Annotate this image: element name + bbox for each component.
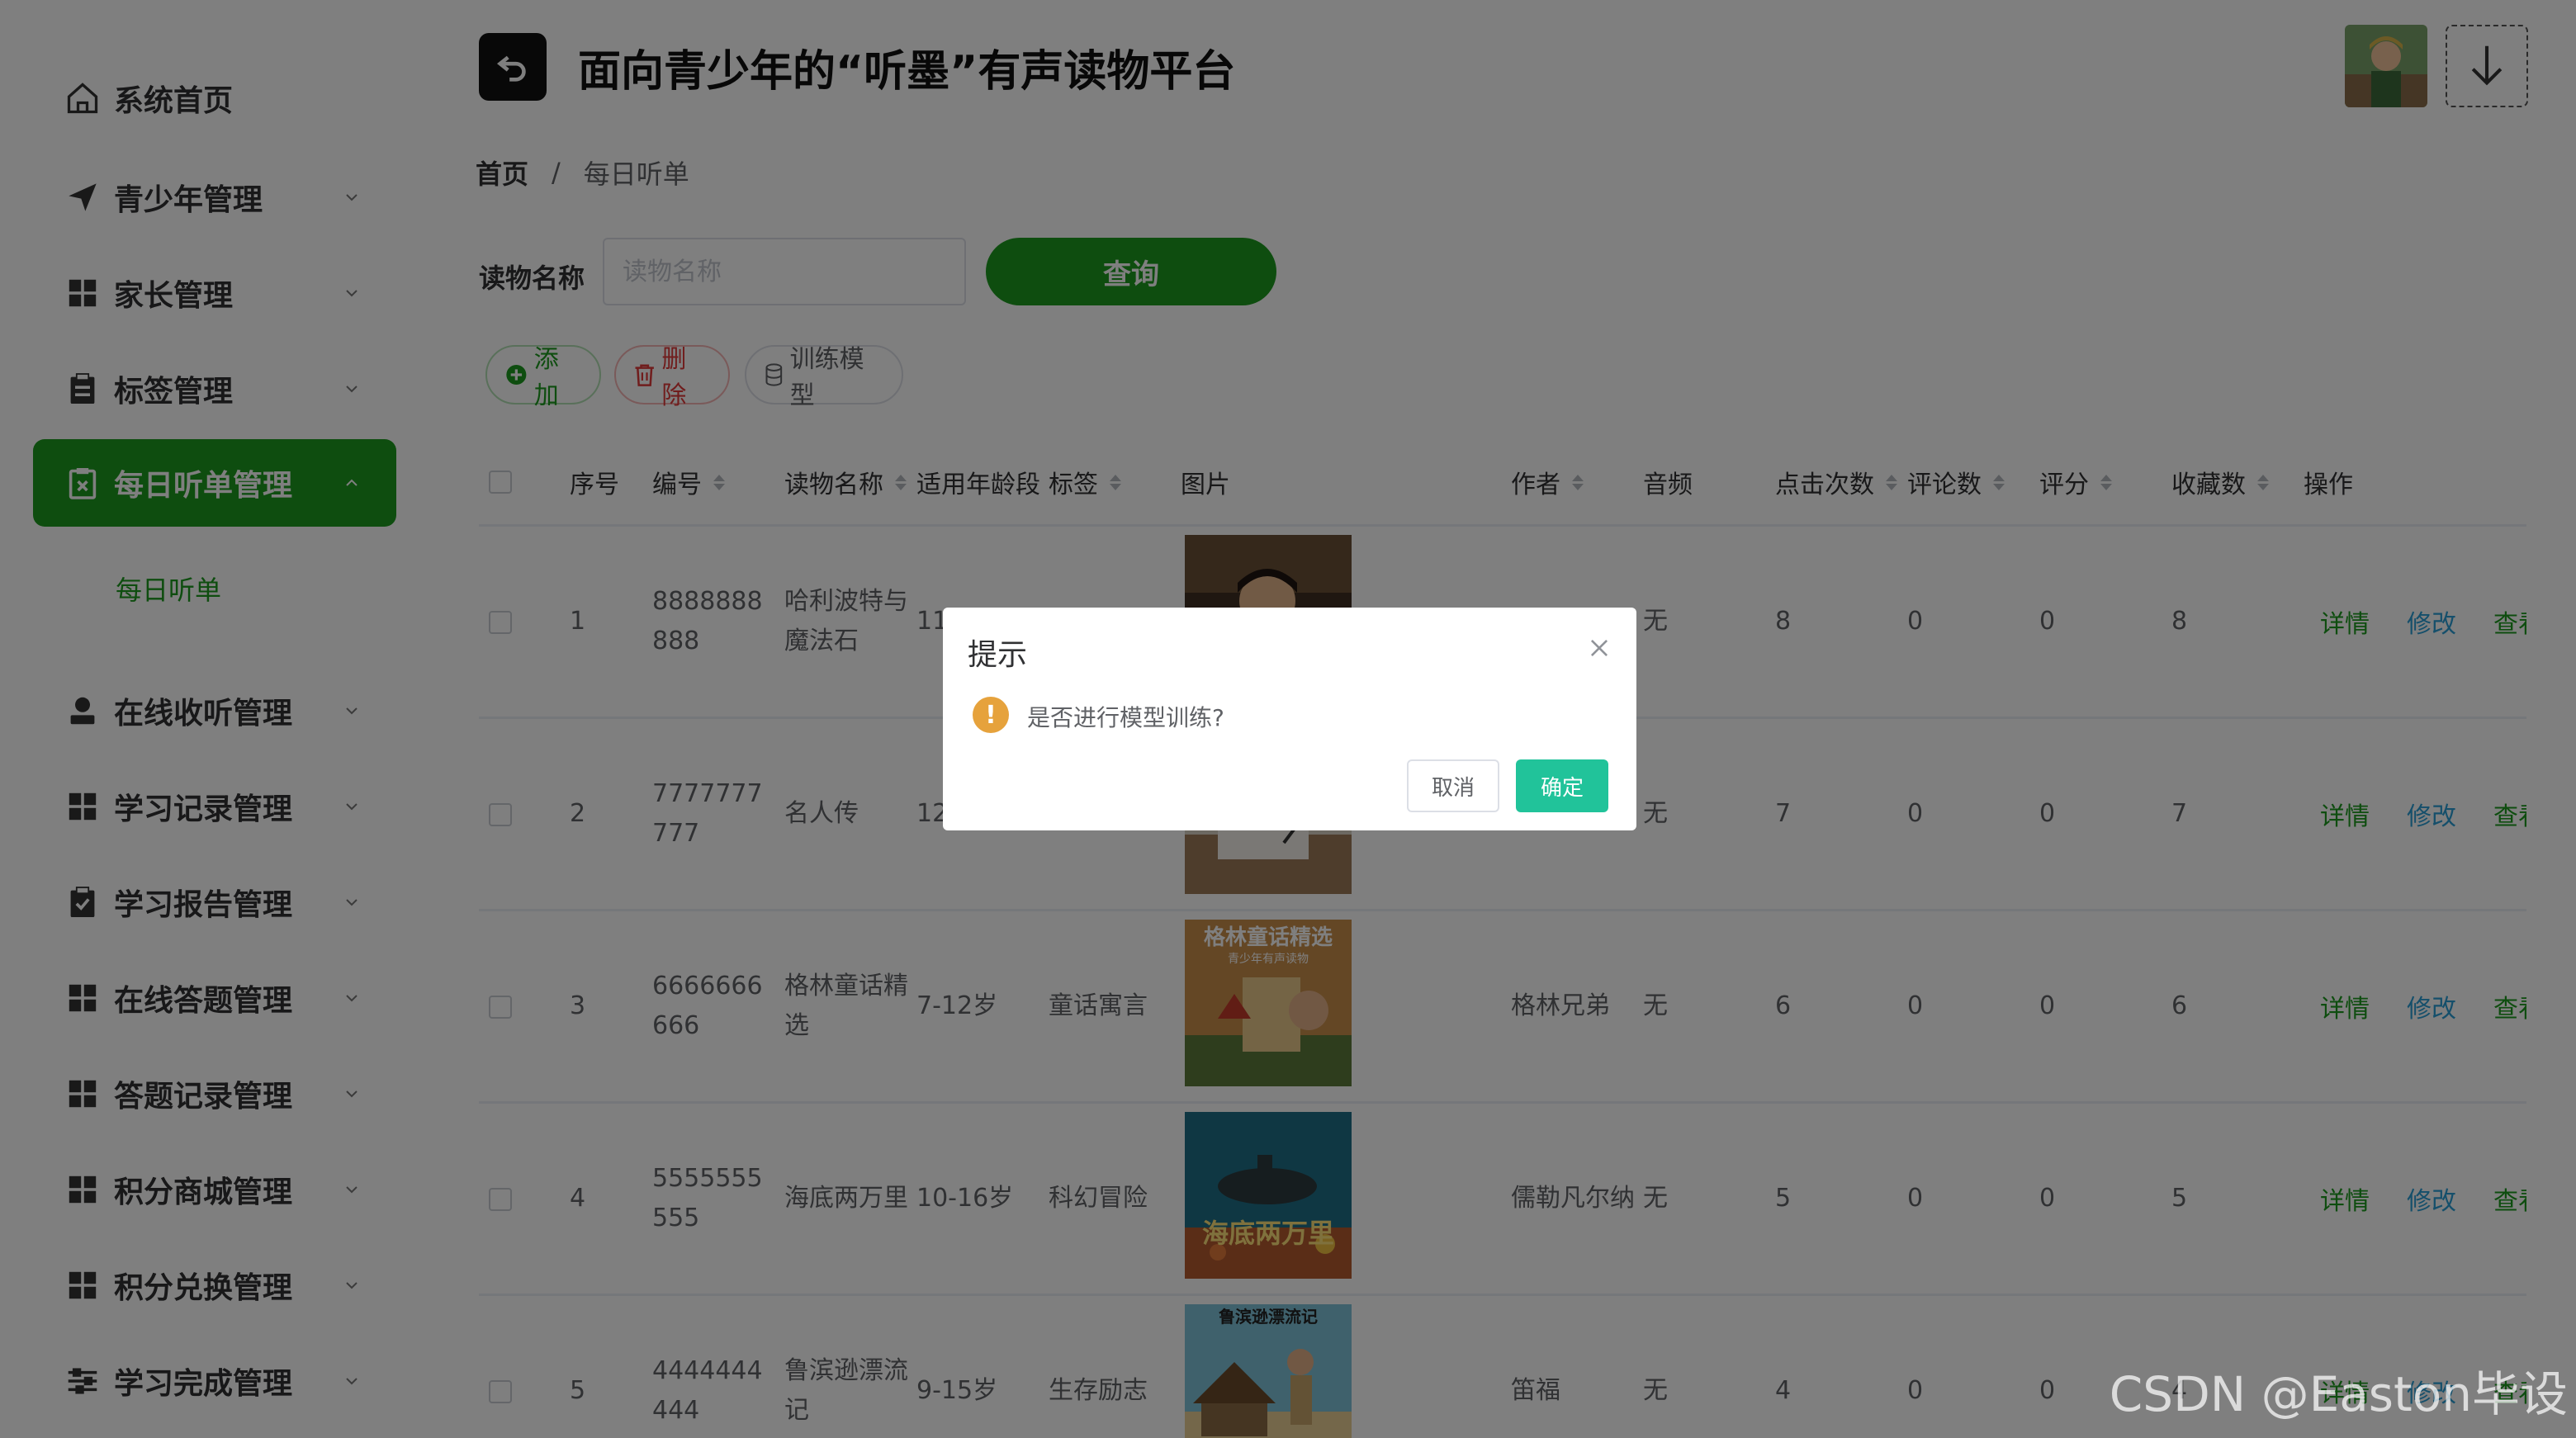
dialog-title: 提示	[968, 638, 1028, 672]
confirm-dialog: 提示 ! 是否进行模型训练? 取消 确定	[943, 608, 1636, 830]
close-icon[interactable]	[1589, 637, 1610, 659]
watermark: CSDN @Easton毕设	[2109, 1366, 2568, 1422]
warning-icon: !	[973, 697, 1009, 733]
confirm-button[interactable]: 确定	[1516, 759, 1608, 812]
dialog-message: 是否进行模型训练?	[1027, 704, 1224, 731]
cancel-button[interactable]: 取消	[1407, 759, 1499, 812]
